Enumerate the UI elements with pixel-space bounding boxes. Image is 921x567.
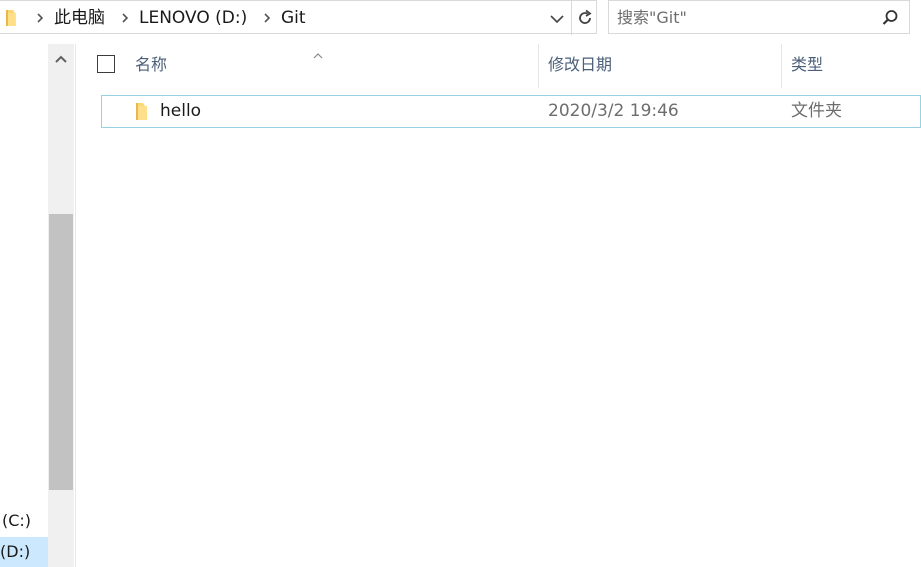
- column-type[interactable]: 类型: [791, 44, 823, 88]
- folder-icon: [134, 102, 150, 125]
- chevron-right-icon[interactable]: [120, 10, 130, 24]
- column-divider[interactable]: [781, 44, 782, 88]
- refresh-button[interactable]: [571, 1, 597, 35]
- sort-ascending-icon: [312, 44, 324, 63]
- scroll-thumb[interactable]: [49, 214, 73, 490]
- pane-divider[interactable]: [75, 44, 76, 567]
- file-date-modified: 2020/3/2 19:46: [548, 101, 679, 121]
- search-box[interactable]: [608, 0, 910, 34]
- file-name[interactable]: hello: [160, 96, 201, 127]
- select-all-checkbox[interactable]: [97, 55, 115, 73]
- column-divider[interactable]: [538, 44, 539, 88]
- chevron-right-icon[interactable]: [35, 10, 45, 24]
- breadcrumb-this-pc[interactable]: 此电脑: [54, 7, 105, 29]
- nav-item-drive-c[interactable]: (C:): [0, 507, 48, 535]
- nav-item-drive-d[interactable]: (D:): [0, 537, 48, 567]
- scroll-up-button[interactable]: [48, 44, 74, 76]
- column-header: 名称 修改日期 类型: [76, 44, 921, 88]
- nav-scrollbar[interactable]: [48, 44, 74, 567]
- folder-icon: [4, 9, 20, 27]
- chevron-down-icon[interactable]: [548, 11, 566, 25]
- navigation-pane: (C:) (D:): [0, 44, 48, 567]
- file-row[interactable]: hello 2020/3/2 19:46 文件夹: [101, 95, 921, 128]
- search-input[interactable]: [617, 6, 867, 28]
- column-name[interactable]: 名称: [135, 44, 167, 88]
- chevron-right-icon[interactable]: [262, 10, 272, 24]
- breadcrumb-git[interactable]: Git: [281, 7, 306, 29]
- column-date-modified[interactable]: 修改日期: [548, 44, 612, 88]
- breadcrumb-drive-d[interactable]: LENOVO (D:): [139, 7, 247, 29]
- file-type: 文件夹: [791, 101, 842, 121]
- address-bar[interactable]: 此电脑 LENOVO (D:) Git: [0, 0, 597, 35]
- search-icon[interactable]: [881, 9, 899, 31]
- refresh-icon: [579, 9, 592, 24]
- chevron-up-icon: [55, 55, 67, 63]
